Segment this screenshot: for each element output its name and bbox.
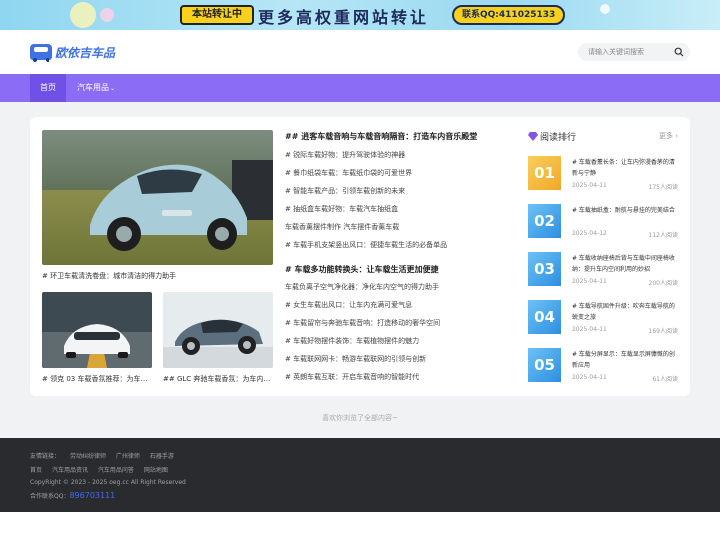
contact-label: 合作联系QQ： [30, 493, 70, 500]
thumb-caption-glc[interactable]: ## GLC 奔驰车载香氛：为车内空间增添迷人气息 [163, 374, 273, 384]
end-of-content-text: 喜欢你浏览了全部内容~ [322, 414, 398, 422]
page-bottom-blank [0, 512, 720, 540]
nav-item-label: 汽车用品 [77, 83, 109, 92]
ranking-title: 阅读排行 [540, 133, 577, 143]
rank-item-reads: 112人阅读 [648, 232, 678, 239]
list-item[interactable]: # 车载留帘与奔驰车载音响：打造移动的奢华空间 [285, 318, 440, 328]
thumb-image-lynk[interactable] [42, 292, 152, 368]
friend-link[interactable]: 劳动纠纷律师 [70, 453, 106, 460]
footer-nav: 首页 汽车用品资讯 汽车用品问答 网站地图 [30, 465, 176, 474]
promo-banner[interactable]: 本站转让中 更多高权重网站转让 联系QQ:411025133 [0, 0, 720, 30]
logo-text: 欧依吉车品 [55, 45, 116, 60]
footer-link[interactable]: 首页 [30, 467, 42, 474]
friend-links: 友情链接： 劳动纠纷律师 广州律师 石器手游 [30, 451, 182, 460]
site-header: 欧依吉车品 [0, 30, 720, 74]
thumb-caption-lynk[interactable]: # 领克 03 车载香氛推荐：为车内增添迷人香气 [42, 374, 152, 384]
chevron-down-icon: ⌄ [110, 85, 116, 92]
car-logo-icon [30, 44, 52, 62]
ranking-item[interactable]: 03 # 车载收纳座椅后背与车载中间座椅收纳：提升车内空间利用的妙招 2025-… [528, 252, 678, 288]
rank-item-title[interactable]: # 车载导航固件升级：吹奔车载导航的蜕变之旅 [572, 301, 678, 323]
ranking-item[interactable]: 05 # 车载分屏显示：车载显示屏慷慨的创新应用 2025-04-11 61人阅… [528, 348, 678, 384]
rank-number: 05 [528, 348, 561, 382]
hero-caption[interactable]: # 环卫车载清洗卷盘：城市清洁的得力助手 [42, 271, 273, 281]
hero-image[interactable] [42, 130, 273, 265]
list-item[interactable]: # 车载联网网卡：畅游车载联网的引领与创新 [285, 354, 426, 364]
banner-sale-tag: 本站转让中 [180, 5, 254, 25]
nav-item-home[interactable]: 首页 [30, 74, 66, 102]
search-input[interactable] [588, 43, 668, 61]
chevron-right-icon: › [675, 132, 678, 140]
nav-item-car-products[interactable]: 汽车用品⌄ [67, 74, 125, 102]
rank-item-title[interactable]: # 车载抽纸盒：耐航与悬挂的完美结合 [572, 205, 678, 216]
more-link[interactable]: 更多 › [659, 131, 678, 141]
rank-item-reads: 61人阅读 [652, 376, 678, 383]
rank-item-reads: 200人阅读 [648, 280, 678, 287]
rank-item-date: 2025-04-11 [572, 326, 607, 333]
banner-decoration [100, 8, 114, 22]
rank-item-reads: 175人阅读 [648, 184, 678, 191]
ranking-item[interactable]: 02 # 车载抽纸盒：耐航与悬挂的完美结合 2025-04-12 112人阅读 [528, 204, 678, 240]
search-icon[interactable] [674, 47, 684, 57]
section-title[interactable]: ## 逍客车载音响与车载音响隔音：打造车内音乐殿堂 [285, 131, 477, 142]
contact-qq-link[interactable]: 896703111 [69, 491, 115, 500]
list-item[interactable]: # 车载手机支架竖出风口：便捷车载生活的必备单品 [285, 240, 447, 250]
banner-contact: 联系QQ:411025133 [452, 5, 566, 25]
list-item[interactable]: 车载香薰摆件制作 汽车摆件香薰车载 [285, 222, 399, 232]
rank-item-date: 2025-04-11 [572, 278, 607, 285]
ranking-header: 阅读排行 更多 › [528, 130, 678, 144]
rank-item-title[interactable]: # 车载香薰长条：让车内弥漫香茅的清新与宁静 [572, 157, 678, 179]
list-item[interactable]: # 车载好物摆件装饰：车载植物摆件的魅力 [285, 336, 419, 346]
rank-number: 04 [528, 300, 561, 334]
rank-item-title[interactable]: # 车载分屏显示：车载显示屏慷慨的创新应用 [572, 349, 678, 371]
main-nav: 首页 汽车用品⌄ [0, 74, 720, 102]
footer-link[interactable]: 汽车用品问答 [98, 467, 134, 474]
gem-icon [528, 132, 538, 141]
list-item[interactable]: # 英朗车载互联：开启车载音响的智能时代 [285, 372, 419, 382]
site-logo[interactable]: 欧依吉车品 [30, 42, 115, 62]
ranking-item[interactable]: 04 # 车载导航固件升级：吹奔车载导航的蜕变之旅 2025-04-11 169… [528, 300, 678, 336]
banner-decoration [600, 4, 610, 14]
rank-item-title[interactable]: # 车载收纳座椅后背与车载中间座椅收纳：提升车内空间利用的妙招 [572, 253, 678, 275]
banner-decoration [70, 2, 96, 28]
list-item[interactable]: 车载负离子空气净化器：净化车内空气的得力助手 [285, 282, 439, 292]
list-item[interactable]: # 抽纸盒车载好物：车载汽车抽纸盒 [285, 204, 398, 214]
banner-headline: 更多高权重网站转让 [258, 8, 430, 27]
list-item[interactable]: # 女生车载出风口：让车内充满可爱气息 [285, 300, 412, 310]
rank-item-date: 2025-04-11 [572, 182, 607, 189]
friend-links-label: 友情链接： [30, 453, 61, 460]
footer-contact: 合作联系QQ：896703111 [30, 491, 123, 500]
footer-link[interactable]: 汽车用品资讯 [52, 467, 88, 474]
friend-link[interactable]: 广州律师 [116, 453, 140, 460]
rank-item-date: 2025-04-11 [572, 374, 607, 381]
friend-link[interactable]: 石器手游 [150, 453, 174, 460]
list-item[interactable]: # 锐际车载好物：提升驾驶体验的神器 [285, 150, 405, 160]
rank-item-reads: 169人阅读 [648, 328, 678, 335]
rank-number: 03 [528, 252, 561, 286]
search-box [578, 43, 690, 61]
section-title[interactable]: # 车载多功能转换头：让车载生活更加便捷 [285, 264, 439, 275]
rank-number: 02 [528, 204, 561, 238]
ranking-item[interactable]: 01 # 车载香薰长条：让车内弥漫香茅的清新与宁静 2025-04-11 175… [528, 156, 678, 192]
list-item[interactable]: # 智能车载产品：引领车载创新的未来 [285, 186, 405, 196]
rank-item-date: 2025-04-12 [572, 230, 607, 237]
list-item[interactable]: # 餐巾纸袋车载：车载纸巾袋的可爱世界 [285, 168, 412, 178]
copyright: CopyRight © 2023 - 2025 oeg.cc All Right… [30, 479, 186, 486]
footer-link[interactable]: 网站地图 [144, 467, 168, 474]
more-label: 更多 [658, 132, 673, 140]
rank-number: 01 [528, 156, 561, 190]
site-footer: 友情链接： 劳动纠纷律师 广州律师 石器手游 首页 汽车用品资讯 汽车用品问答 … [0, 438, 720, 512]
thumb-image-glc[interactable] [163, 292, 273, 368]
